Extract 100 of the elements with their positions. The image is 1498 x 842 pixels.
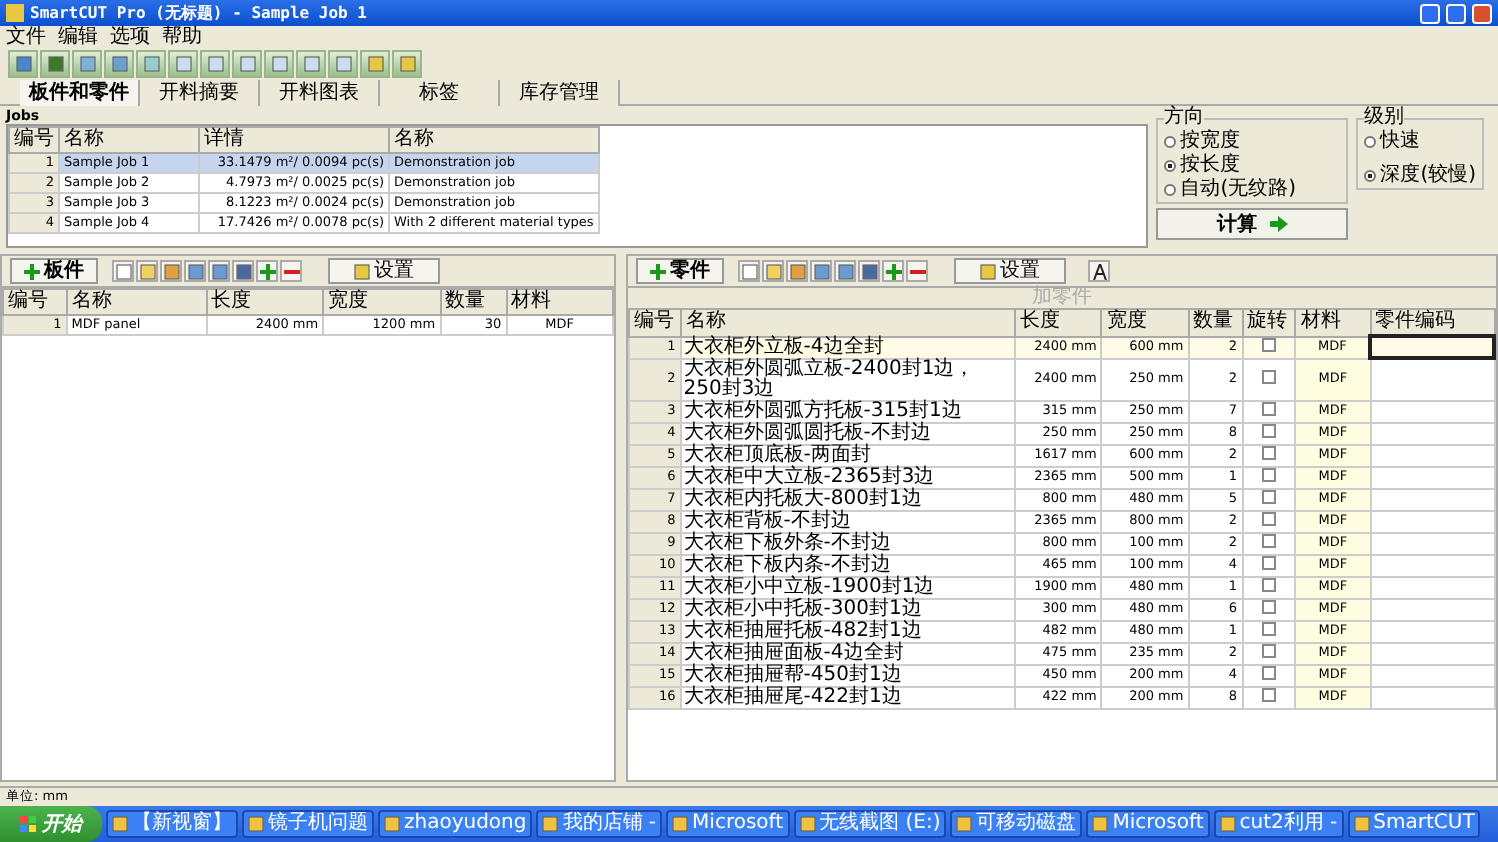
column-header[interactable]: 宽度: [323, 289, 441, 315]
tab[interactable]: 库存管理: [500, 80, 620, 106]
tab[interactable]: 开料图表: [260, 80, 380, 106]
column-header[interactable]: 数量: [440, 289, 507, 315]
table-cell: 大衣柜外圆弧立板-2400封1边，250封3边: [680, 358, 1016, 400]
window-icon: [1092, 816, 1109, 832]
toolbar-button[interactable]: [72, 50, 102, 78]
column-header[interactable]: 宽度: [1101, 309, 1189, 336]
maximize-button[interactable]: [1446, 3, 1466, 23]
toolbar-button[interactable]: [200, 50, 230, 78]
toolbar-button[interactable]: [136, 50, 166, 78]
column-header[interactable]: 名称: [389, 127, 599, 153]
table-cell: 大衣柜小中托板-300封1边: [680, 598, 1016, 620]
radio-option[interactable]: 深度(较慢): [1364, 164, 1476, 186]
toolbar-button[interactable]: [738, 260, 760, 282]
tab[interactable]: 板件和零件: [20, 80, 140, 106]
toolbar-button[interactable]: [160, 260, 182, 282]
table-cell: 大衣柜抽屉尾-422封1边: [680, 686, 1016, 708]
tab[interactable]: 开料摘要: [140, 80, 260, 106]
column-header[interactable]: 名称: [66, 289, 207, 315]
add-row-button[interactable]: [882, 260, 904, 282]
table-cell: 大衣柜抽屉面板-4边全封: [680, 642, 1016, 664]
taskbar-item[interactable]: 无线截图 (E:): [793, 810, 947, 838]
close-button[interactable]: [1472, 3, 1492, 23]
plus-icon: [259, 263, 275, 279]
column-header[interactable]: 编号: [629, 309, 681, 336]
toolbar-button[interactable]: [328, 50, 358, 78]
taskbar-item[interactable]: 【新视窗】: [106, 810, 238, 838]
taskbar-item[interactable]: 镜子机问题: [242, 810, 374, 838]
group-title: 方向: [1164, 108, 1205, 128]
toolbar-button[interactable]: [40, 50, 70, 78]
settings-button[interactable]: 设置: [328, 258, 440, 284]
toolbar-button[interactable]: [232, 260, 254, 282]
toolbar-button[interactable]: [136, 260, 158, 282]
settings-button[interactable]: 设置: [954, 258, 1066, 284]
menu-item[interactable]: 文件: [6, 27, 46, 47]
column-header[interactable]: 名称: [680, 309, 1016, 336]
font-icon: [1091, 263, 1107, 279]
menu-item[interactable]: 编辑: [58, 27, 98, 47]
window-icon: [956, 816, 973, 832]
column-header[interactable]: 编号: [9, 127, 59, 153]
toolbar-button[interactable]: [184, 260, 206, 282]
toolbar-button[interactable]: [296, 50, 326, 78]
calculate-button[interactable]: 计算: [1156, 208, 1349, 240]
table-cell: 大衣柜顶底板-两面封: [680, 444, 1016, 466]
toolbar-button[interactable]: [786, 260, 808, 282]
taskbar-item[interactable]: 可移动磁盘: [950, 810, 1083, 838]
column-header[interactable]: 名称: [59, 127, 199, 153]
toolbar-button[interactable]: [392, 50, 422, 78]
column-header[interactable]: 材料: [1295, 309, 1371, 336]
add-button[interactable]: 板件: [10, 258, 98, 284]
toolbar-button[interactable]: [8, 50, 38, 78]
column-header[interactable]: 零件编码: [1370, 309, 1494, 336]
remove-row-button[interactable]: [280, 260, 302, 282]
toolbar-button[interactable]: [104, 50, 134, 78]
table-cell: 大衣柜内托板大-800封1边: [680, 488, 1016, 510]
taskbar-item[interactable]: zhaoyudong: [378, 810, 533, 838]
table-cell: 大衣柜外圆弧方托板-315封1边: [680, 400, 1016, 422]
column-header[interactable]: 长度: [206, 289, 324, 315]
taskbar-item[interactable]: cut2利用 -: [1213, 810, 1344, 838]
window-icon: [542, 816, 559, 832]
toolbar-button[interactable]: [264, 50, 294, 78]
toolbar-button[interactable]: [168, 50, 198, 78]
toolbar-button[interactable]: [834, 260, 856, 282]
toolbar-button[interactable]: [208, 260, 230, 282]
toolbar-button[interactable]: [360, 50, 390, 78]
taskbar-item[interactable]: Microsoft: [1086, 810, 1210, 838]
menu-item[interactable]: 选项: [110, 27, 150, 47]
checkbox[interactable]: [1261, 369, 1276, 383]
column-header[interactable]: 长度: [1015, 309, 1102, 336]
app-icon: [6, 4, 24, 22]
windows-logo-icon: [20, 816, 36, 832]
add-row-button[interactable]: [256, 260, 278, 282]
column-header[interactable]: 编号: [3, 289, 67, 315]
radio-option[interactable]: 快速: [1364, 130, 1476, 152]
toolbar-button[interactable]: [112, 260, 134, 282]
toolbar-button[interactable]: [810, 260, 832, 282]
menu-item[interactable]: 帮助: [162, 27, 202, 47]
column-header[interactable]: 详情: [199, 127, 389, 153]
taskbar-item[interactable]: 我的店铺 -: [536, 810, 663, 838]
font-button[interactable]: [1088, 260, 1110, 282]
toolbar-button[interactable]: [232, 50, 262, 78]
tab[interactable]: 标签: [380, 80, 500, 106]
minimize-button[interactable]: [1420, 3, 1440, 23]
radio-option[interactable]: 自动(无纹路): [1164, 178, 1341, 200]
remove-row-button[interactable]: [906, 260, 928, 282]
toolbar-button[interactable]: [762, 260, 784, 282]
add-button[interactable]: 零件: [636, 258, 724, 284]
plus-icon: [650, 263, 666, 279]
plus-icon: [885, 263, 901, 279]
window-icon: [1219, 816, 1236, 832]
radio-option[interactable]: 按宽度: [1164, 130, 1341, 152]
toolbar-button[interactable]: [858, 260, 880, 282]
column-header[interactable]: 材料: [506, 289, 613, 315]
radio-option[interactable]: 按长度: [1164, 154, 1341, 176]
taskbar-item[interactable]: Microsoft: [666, 810, 790, 838]
column-header[interactable]: 数量: [1188, 309, 1243, 336]
taskbar-item[interactable]: SmartCUT: [1347, 810, 1481, 838]
window-icon: [672, 816, 689, 832]
column-header[interactable]: 旋转: [1242, 309, 1296, 336]
